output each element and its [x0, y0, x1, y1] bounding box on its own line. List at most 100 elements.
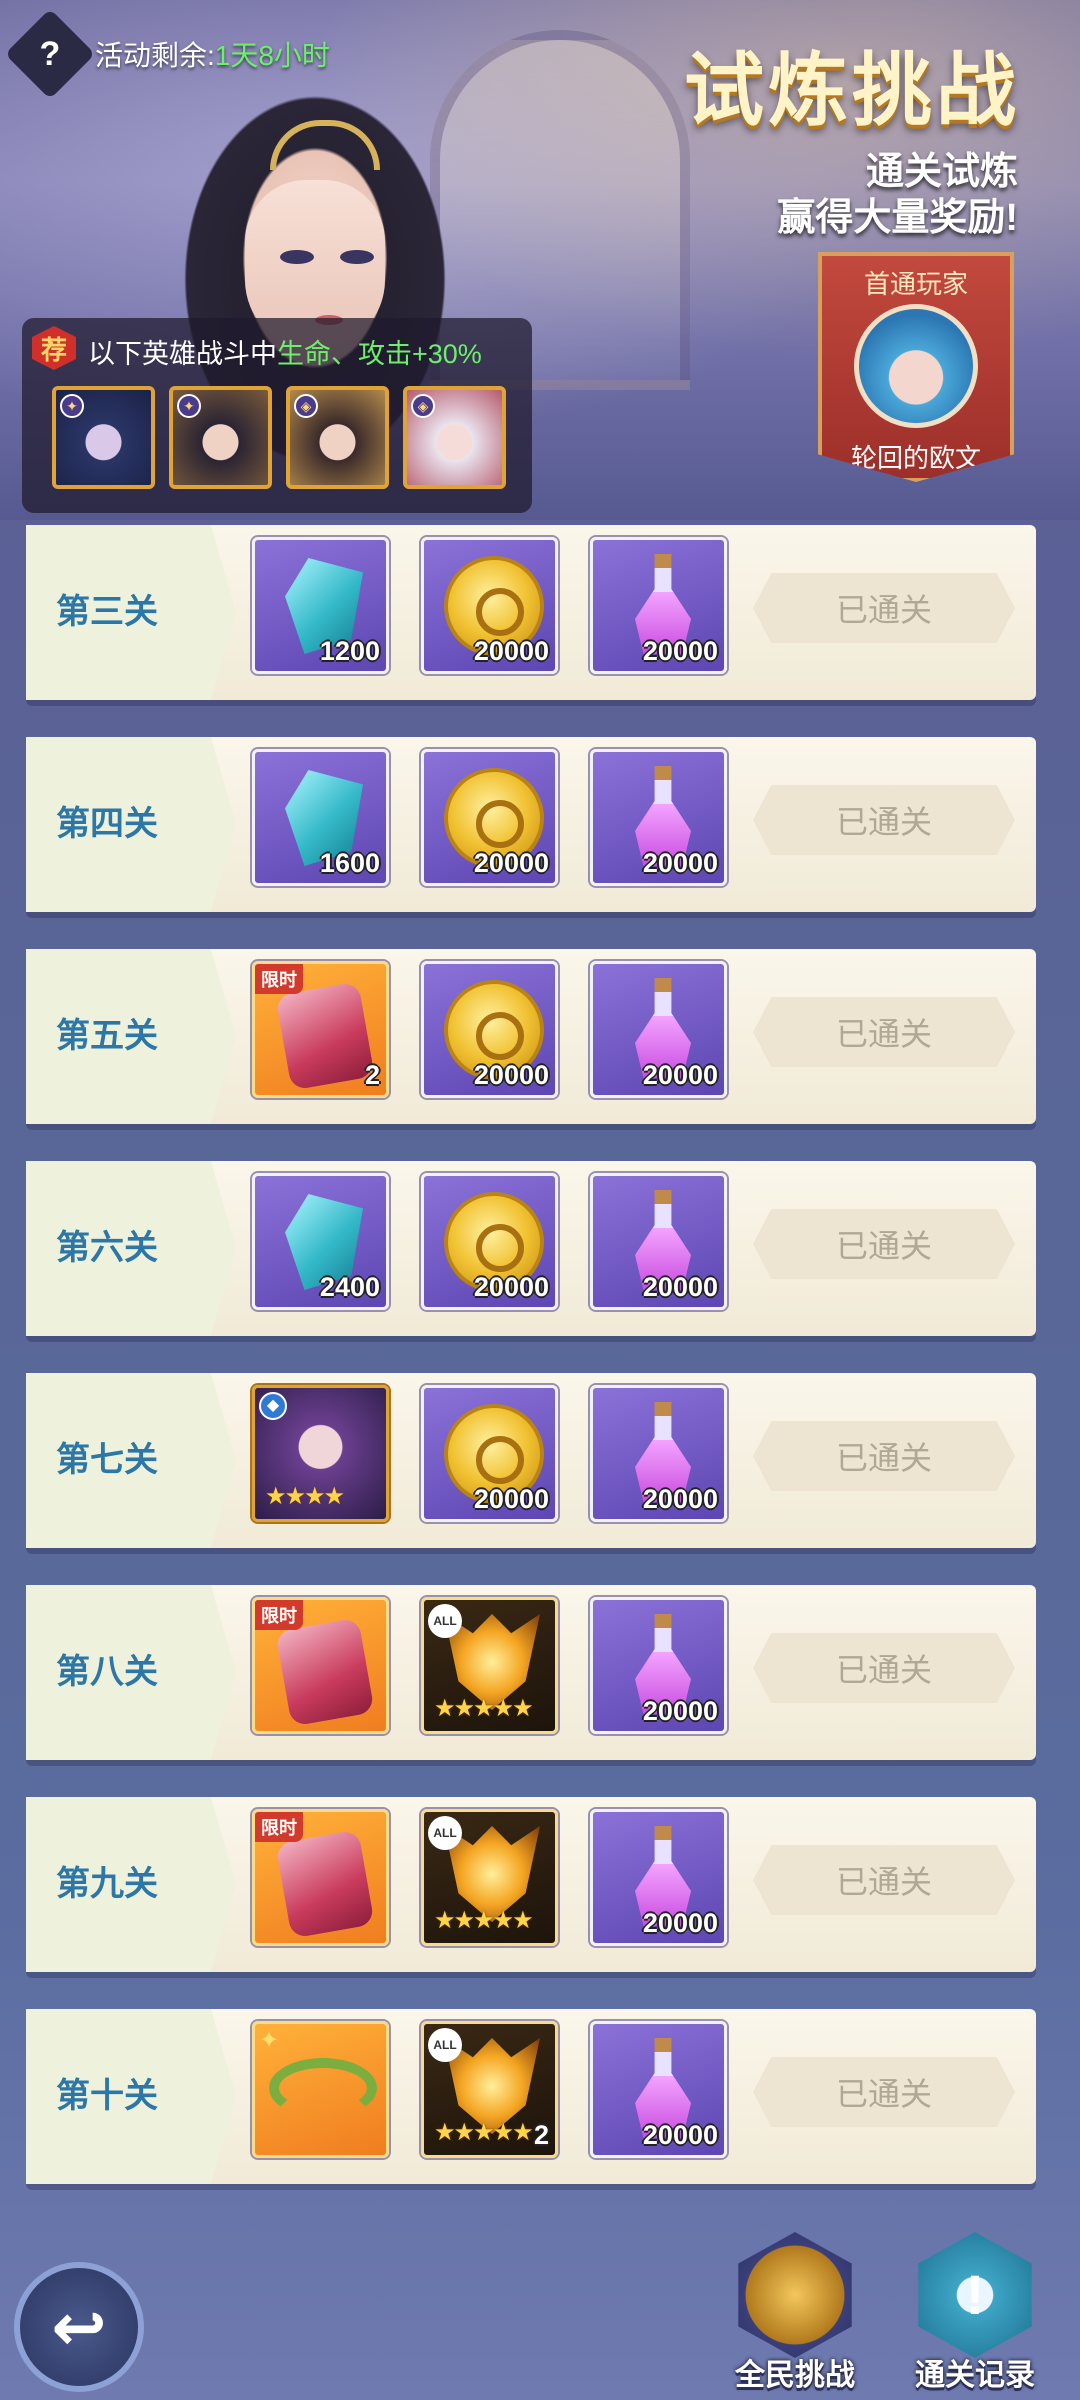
element-icon: ✦ [177, 394, 201, 418]
reward-item-coin[interactable]: 20000 [421, 1173, 558, 1310]
reward-quantity: 20000 [642, 636, 718, 666]
reward-list: 2400 20000 20000 [252, 1173, 727, 1310]
reward-quantity: 20000 [642, 1484, 718, 1514]
reward-quantity: 20000 [473, 1060, 549, 1090]
reward-item-wreath[interactable]: ✦ [252, 2021, 389, 2158]
reward-item-coin[interactable]: 20000 [421, 961, 558, 1098]
element-icon: ◈ [411, 394, 435, 418]
hero-bonus-panel: 荐 以下英雄战斗中生命、攻击+30% ✦ ✦ ◈ ◈ [22, 318, 532, 513]
bonus-hero-portrait[interactable]: ✦ [169, 386, 272, 489]
reward-quantity: 20000 [642, 1696, 718, 1726]
star-rating: ★★★★ [265, 1483, 345, 1510]
all-badge: ALL [428, 1604, 462, 1638]
stage-label: 第三关 [56, 593, 158, 631]
stage-row: 第六关 2400 20000 20000 已通关 [26, 1161, 1036, 1336]
reward-item-mask[interactable]: ALL ★★★★★ [421, 1597, 558, 1734]
reward-quantity: 20000 [642, 1908, 718, 1938]
bonus-hero-portrait[interactable]: ✦ [52, 386, 155, 489]
reward-quantity: 20000 [473, 1272, 549, 1302]
stage-label: 第七关 [56, 1441, 158, 1479]
cleared-status-button[interactable]: 已通关 [753, 785, 1015, 855]
limited-time-badge: 限时 [255, 1812, 303, 1842]
element-icon: ◈ [294, 394, 318, 418]
all-challenge-button[interactable]: 全民挑战 [720, 2232, 870, 2394]
reward-item-potion[interactable]: 20000 [590, 1173, 727, 1310]
reward-list: ✦ ALL ★★★★★ 2 20000 [252, 2021, 727, 2158]
question-mark-icon: ? [39, 34, 61, 73]
reward-item-mask[interactable]: ALL ★★★★★ 2 [421, 2021, 558, 2158]
clear-record-button[interactable]: ! 通关记录 [900, 2232, 1050, 2394]
bonus-hero-portrait[interactable]: ◈ [286, 386, 389, 489]
cleared-status-button[interactable]: 已通关 [753, 1845, 1015, 1915]
first-clear-banner[interactable]: 首通玩家 轮回的欧文 [818, 252, 1014, 482]
reward-item-potion[interactable]: 20000 [590, 2021, 727, 2158]
reward-item-potion[interactable]: 20000 [590, 1809, 727, 1946]
reward-quantity: 1200 [319, 636, 380, 666]
limited-time-badge: 限时 [255, 1600, 303, 1630]
reward-item-coin[interactable]: 20000 [421, 537, 558, 674]
reward-item-potion[interactable]: 20000 [590, 537, 727, 674]
reward-list: 1200 20000 20000 [252, 537, 727, 674]
star-rating: ★★★★★ [434, 1695, 534, 1722]
bonus-hero-portrait[interactable]: ◈ [403, 386, 506, 489]
cleared-status-button[interactable]: 已通关 [753, 997, 1015, 1067]
stage-row: 第八关 限时 ALL ★★★★★ 20000 已通关 [26, 1585, 1036, 1760]
reward-item-pack[interactable]: 限时 2 [252, 961, 389, 1098]
cleared-status-button[interactable]: 已通关 [753, 1633, 1015, 1703]
back-arrow-icon: ↩ [51, 2289, 107, 2364]
wreath-icon [269, 2058, 377, 2118]
cleared-status-button[interactable]: 已通关 [753, 2057, 1015, 2127]
reward-item-coin[interactable]: 20000 [421, 749, 558, 886]
reward-item-hero[interactable]: ◆ ★★★★ [252, 1385, 389, 1522]
stage-row: 第三关 1200 20000 20000 已通关 [26, 525, 1036, 700]
reward-item-potion[interactable]: 20000 [590, 749, 727, 886]
reward-item-crystal[interactable]: 1200 [252, 537, 389, 674]
reward-list: ◆ ★★★★ 20000 20000 [252, 1385, 727, 1522]
reward-item-coin[interactable]: 20000 [421, 1385, 558, 1522]
stage-row: 第五关 限时 2 20000 20000 已通关 [26, 949, 1036, 1124]
timer-label: 活动剩余: [95, 40, 215, 71]
stage-label: 第六关 [56, 1229, 158, 1267]
stage-label: 第九关 [56, 1865, 158, 1903]
reward-quantity: 20000 [642, 1272, 718, 1302]
reward-quantity: 20000 [642, 1060, 718, 1090]
all-badge: ALL [428, 1816, 462, 1850]
reward-item-crystal[interactable]: 1600 [252, 749, 389, 886]
star-rating: ★★★★★ [434, 2119, 534, 2146]
back-button[interactable]: ↩ [14, 2262, 144, 2392]
reward-quantity: 20000 [473, 636, 549, 666]
sparkle-icon: ✦ [259, 2027, 280, 2054]
reward-item-potion[interactable]: 20000 [590, 961, 727, 1098]
limited-pack-icon [275, 981, 375, 1091]
reward-quantity: 2 [364, 1060, 380, 1090]
stage-label: 第四关 [56, 805, 158, 843]
reward-quantity: 1600 [319, 848, 380, 878]
reward-list: 限时 ALL ★★★★★ 20000 [252, 1597, 727, 1734]
subtitle-line-2: 赢得大量奖励! [777, 197, 1018, 239]
reward-list: 限时 2 20000 20000 [252, 961, 727, 1098]
trophy-icon [738, 2232, 852, 2358]
stage-row: 第七关 ◆ ★★★★ 20000 20000 已通关 [26, 1373, 1036, 1548]
reward-item-pack[interactable]: 限时 [252, 1809, 389, 1946]
limited-pack-icon [275, 1829, 375, 1939]
reward-item-crystal[interactable]: 2400 [252, 1173, 389, 1310]
first-clear-title: 首通玩家 [863, 269, 968, 299]
cleared-status-button[interactable]: 已通关 [753, 1421, 1015, 1491]
limited-time-badge: 限时 [255, 964, 303, 994]
reward-list: 限时 ALL ★★★★★ 20000 [252, 1809, 727, 1946]
reward-quantity: 20000 [642, 2120, 718, 2150]
bonus-description: 以下英雄战斗中生命、攻击+30% [88, 339, 482, 369]
star-rating: ★★★★★ [434, 1907, 534, 1934]
cleared-status-button[interactable]: 已通关 [753, 1209, 1015, 1279]
reward-item-mask[interactable]: ALL ★★★★★ [421, 1809, 558, 1946]
water-element-icon: ◆ [259, 1392, 287, 1420]
stage-label: 第十关 [56, 2077, 158, 2115]
reward-quantity: 2400 [319, 1272, 380, 1302]
reward-item-potion[interactable]: 20000 [590, 1385, 727, 1522]
first-clear-avatar [854, 304, 978, 428]
timer-value: 1天8小时 [214, 40, 330, 71]
exclamation-icon: ! [918, 2232, 1032, 2358]
reward-item-pack[interactable]: 限时 [252, 1597, 389, 1734]
reward-item-potion[interactable]: 20000 [590, 1597, 727, 1734]
cleared-status-button[interactable]: 已通关 [753, 573, 1015, 643]
